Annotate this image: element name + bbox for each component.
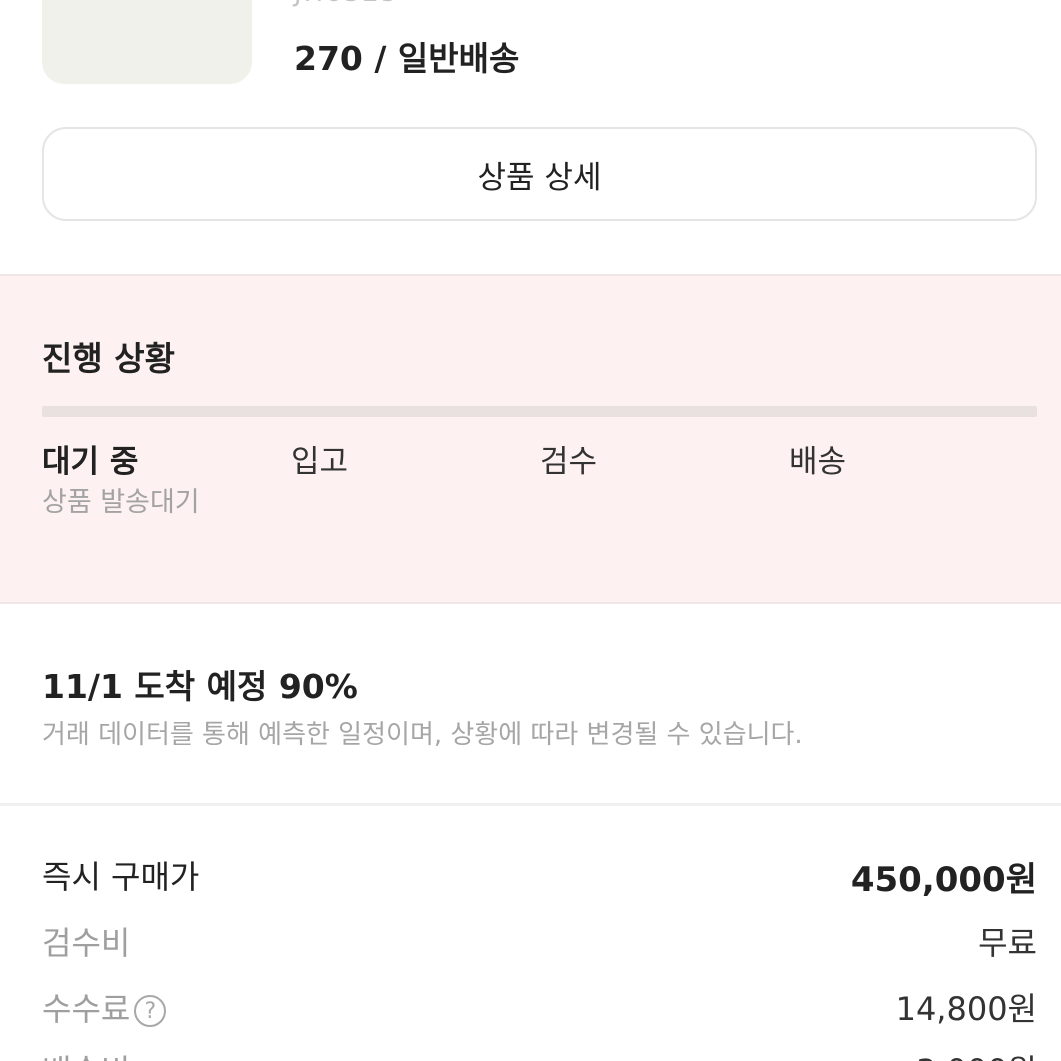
- inspection-fee-label: 검수비: [42, 924, 131, 962]
- product-code: JH6325: [294, 0, 399, 8]
- progress-title: 진행 상황: [42, 339, 175, 378]
- commission-fee-text: 수수료: [42, 990, 131, 1028]
- progress-bar: [42, 406, 1037, 417]
- arrival-estimate-description: 거래 데이터를 통해 예측한 일정이며, 상황에 따라 변경될 수 있습니다.: [42, 720, 803, 750]
- shipping-fee-value: 3,000원: [916, 1046, 1037, 1061]
- commission-fee-value: 14,800원: [895, 990, 1037, 1028]
- commission-fee-label: 수수료?: [42, 984, 167, 1030]
- instant-price-value: 450,000원: [850, 860, 1037, 900]
- inspection-fee-value: 무료: [978, 924, 1037, 962]
- product-thumbnail[interactable]: [42, 0, 252, 84]
- arrival-estimate-title: 11/1 도착 예정 90%: [42, 667, 358, 706]
- product-option: 270 / 일반배송: [294, 39, 520, 78]
- shipping-fee-label: 배송비: [42, 1046, 130, 1061]
- order-detail-page: JH6325 270 / 일반배송 상품 상세 진행 상황 대기 중 입고 검수…: [0, 0, 1061, 1061]
- step-shipping: 배송: [789, 444, 847, 480]
- instant-price-label: 즉시 구매가: [42, 858, 200, 896]
- progress-section: 진행 상황 대기 중 입고 검수 배송 상품 발송대기: [0, 274, 1061, 604]
- sneaker-image: [62, 0, 237, 35]
- product-detail-button[interactable]: 상품 상세: [42, 127, 1037, 221]
- section-divider: [0, 803, 1061, 806]
- help-icon[interactable]: ?: [134, 995, 167, 1027]
- step-warehousing: 입고: [291, 444, 349, 480]
- step-inspection: 검수: [540, 444, 598, 480]
- active-step-subtitle: 상품 발송대기: [42, 487, 200, 518]
- step-waiting: 대기 중: [42, 444, 139, 480]
